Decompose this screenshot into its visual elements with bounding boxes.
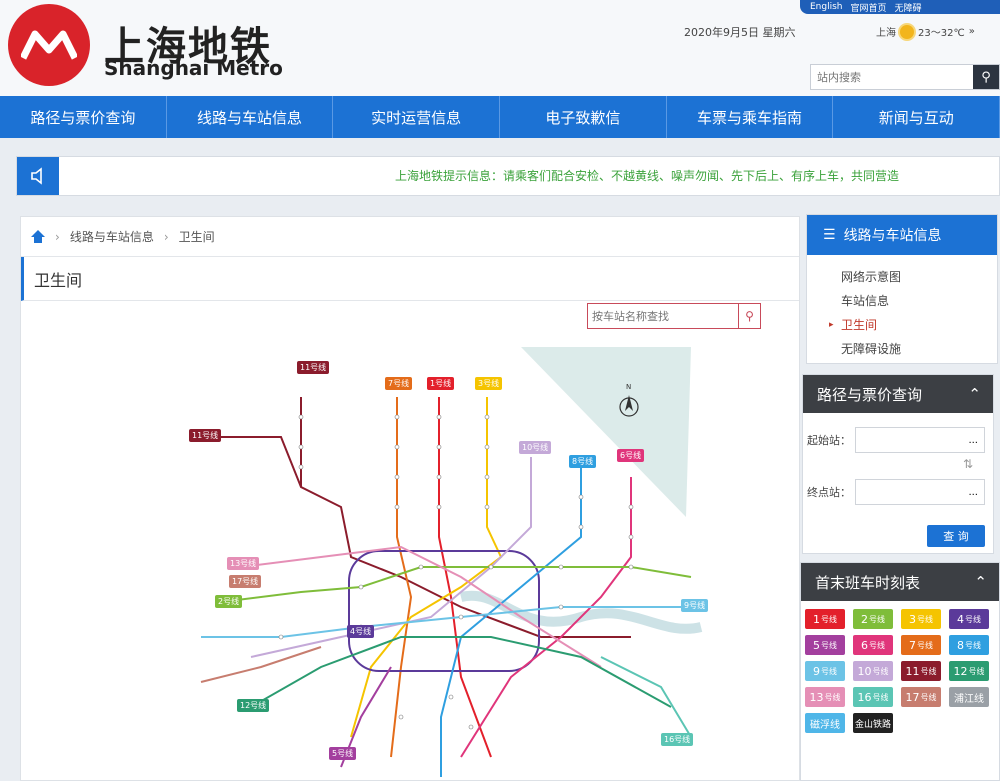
notice-text: 上海地铁提示信息：请乘客们配合安检、不越黄线、噪声勿闻、先下后上、有序上车，共同…	[395, 169, 900, 183]
weather-city: 上海	[876, 28, 896, 39]
sidebar-list: 网络示意图 车站信息 卫生间 无障碍设施	[807, 255, 997, 361]
sidebar-header: ☰ 线路与车站信息	[807, 215, 997, 255]
line-chip-11[interactable]: 11 号线	[901, 661, 941, 681]
nav-ticket-guide[interactable]: 车票与乘车指南	[667, 96, 834, 138]
line-chip-pujiang[interactable]: 浦江线	[949, 687, 989, 707]
search-icon[interactable]: ⚲	[738, 304, 760, 328]
sidebar-title: 线路与车站信息	[843, 228, 942, 244]
map-line-badge[interactable]: 9号线	[681, 599, 709, 612]
line-chip-grid: 1 号线 2 号线 3 号线 4 号线 5 号线 6 号线 7 号线 8 号线 9 号线 10 号线…	[805, 609, 995, 733]
site-search-input[interactable]	[811, 65, 973, 89]
page-title: 卫生间	[21, 257, 799, 301]
map-line-badge[interactable]: 5号线	[329, 747, 357, 760]
end-station-row: 终点站：	[807, 479, 985, 505]
line-chip-9[interactable]: 9 号线	[805, 661, 845, 681]
start-station-row: 起始站：	[807, 427, 985, 453]
line-chip-1[interactable]: 1 号线	[805, 609, 845, 629]
line-chip-5[interactable]: 5 号线	[805, 635, 845, 655]
line-chip-12[interactable]: 12 号线	[949, 661, 989, 681]
timetable-header: 首末班车时刻表 ⌃	[801, 563, 999, 601]
map-line-badge[interactable]: 17号线	[229, 575, 262, 588]
sidebar-item-toilets[interactable]: 卫生间	[829, 313, 997, 337]
chevron-right-icon: ›	[163, 229, 169, 244]
menu-icon: ☰	[823, 227, 836, 243]
map-line-badge[interactable]: 6号线	[617, 449, 645, 462]
current-date: 2020年9月5日 星期六	[684, 26, 796, 39]
first-last-train-timetable: 首末班车时刻表 ⌃ 1 号线 2 号线 3 号线 4 号线 5 号线 6 号线 7 号线 8号…	[800, 562, 1000, 781]
sidebar-item-station-info[interactable]: 车站信息	[841, 289, 997, 313]
accessibility-link[interactable]: 无障碍	[895, 1, 922, 14]
sun-icon	[900, 24, 914, 39]
site-search: ⚲	[810, 64, 1000, 90]
weather-temp: 23～32℃	[918, 28, 965, 39]
map-line-badge[interactable]: 11号线	[297, 361, 330, 374]
nav-realtime[interactable]: 实时运营信息	[333, 96, 501, 138]
nav-apology-letter[interactable]: 电子致歉信	[500, 96, 667, 138]
notice-bar: 上海地铁提示信息：请乘客们配合安检、不越黄线、噪声勿闻、先下后上、有序上车，共同…	[16, 156, 1000, 196]
route-title: 路径与票价查询	[817, 385, 923, 404]
map-line-badge[interactable]: 10号线	[519, 441, 552, 454]
end-station-input[interactable]	[855, 479, 985, 505]
metro-network-map[interactable]: N 11号线 11号线 7号线 1号线 3号线 10号线 8号线 6号线 13号…	[161, 337, 721, 777]
weather-more-icon[interactable]: »	[969, 26, 975, 37]
line-chip-8[interactable]: 8 号线	[949, 635, 989, 655]
sidebar-item-network-map[interactable]: 网络示意图	[841, 265, 997, 289]
compass-north-label: N	[626, 383, 631, 391]
breadcrumb-current: 卫生间	[178, 230, 215, 244]
line-chip-jinshan-railway[interactable]: 金山铁路	[853, 713, 893, 733]
line-chip-4[interactable]: 4 号线	[949, 609, 989, 629]
sidebar-item-accessibility[interactable]: 无障碍设施	[841, 337, 997, 361]
home-icon[interactable]	[31, 230, 45, 243]
metro-logo-icon[interactable]	[8, 4, 90, 86]
start-station-input[interactable]	[855, 427, 985, 453]
line-chip-2[interactable]: 2 号线	[853, 609, 893, 629]
english-link[interactable]: English	[810, 2, 843, 12]
map-line-badge[interactable]: 1号线	[427, 377, 455, 390]
route-header: 路径与票价查询 ⌃	[803, 375, 993, 413]
search-icon[interactable]: ⚲	[973, 65, 999, 89]
home-link[interactable]: 官网首页	[851, 1, 887, 14]
site-header: 上海地铁 Shanghai Metro English 官网首页 无障碍 202…	[0, 0, 1000, 96]
map-line-badge[interactable]: 3号线	[475, 377, 503, 390]
route-fare-query: 路径与票价查询 ⌃ 起始站： ⇅ 终点站： 查 询	[802, 374, 994, 554]
line-chip-3[interactable]: 3 号线	[901, 609, 941, 629]
main-nav: 路径与票价查询 线路与车站信息 实时运营信息 电子致歉信 车票与乘车指南 新闻与…	[0, 96, 1000, 138]
nav-route-fare[interactable]: 路径与票价查询	[0, 96, 167, 138]
breadcrumb: › 线路与车站信息 › 卫生间	[21, 217, 799, 257]
start-station-label: 起始站：	[807, 434, 851, 447]
breadcrumb-lines[interactable]: 线路与车站信息	[70, 228, 154, 245]
map-line-badge[interactable]: 4号线	[347, 625, 375, 638]
line-chip-6[interactable]: 6 号线	[853, 635, 893, 655]
map-line-badge[interactable]: 8号线	[569, 455, 597, 468]
map-line-badge[interactable]: 11号线	[189, 429, 222, 442]
chevron-up-icon[interactable]: ⌃	[968, 385, 981, 403]
top-links: English 官网首页 无障碍	[800, 0, 1000, 14]
map-line-badge[interactable]: 7号线	[385, 377, 413, 390]
line-chip-10[interactable]: 10 号线	[853, 661, 893, 681]
nav-news[interactable]: 新闻与互动	[833, 96, 1000, 138]
station-search: ⚲	[587, 303, 761, 329]
swap-stations-icon[interactable]: ⇅	[963, 457, 973, 471]
sidebar-lines-stations: ☰ 线路与车站信息 网络示意图 车站信息 卫生间 无障碍设施	[806, 214, 998, 364]
line-chip-16[interactable]: 16 号线	[853, 687, 893, 707]
chevron-up-icon[interactable]: ⌃	[974, 573, 987, 591]
timetable-title: 首末班车时刻表	[815, 573, 921, 592]
line-chip-13[interactable]: 13 号线	[805, 687, 845, 707]
station-search-input[interactable]	[588, 304, 738, 328]
weather-widget: 上海 23～32℃ »	[876, 24, 975, 39]
line-chip-17[interactable]: 17 号线	[901, 687, 941, 707]
map-line-badge[interactable]: 2号线	[215, 595, 243, 608]
brand-name-en: Shanghai Metro	[104, 56, 283, 80]
end-station-label: 终点站：	[807, 486, 851, 499]
map-line-badge[interactable]: 13号线	[227, 557, 260, 570]
nav-lines-stations[interactable]: 线路与车站信息	[167, 96, 334, 138]
map-line-badge[interactable]: 16号线	[661, 733, 694, 746]
map-line-badge[interactable]: 12号线	[237, 699, 270, 712]
query-button[interactable]: 查 询	[927, 525, 985, 547]
chevron-right-icon: ›	[55, 229, 60, 244]
speaker-icon	[17, 157, 59, 195]
main-content: › 线路与车站信息 › 卫生间 卫生间 ⚲ N	[20, 216, 800, 781]
line-chip-maglev[interactable]: 磁浮线	[805, 713, 845, 733]
line-chip-7[interactable]: 7 号线	[901, 635, 941, 655]
